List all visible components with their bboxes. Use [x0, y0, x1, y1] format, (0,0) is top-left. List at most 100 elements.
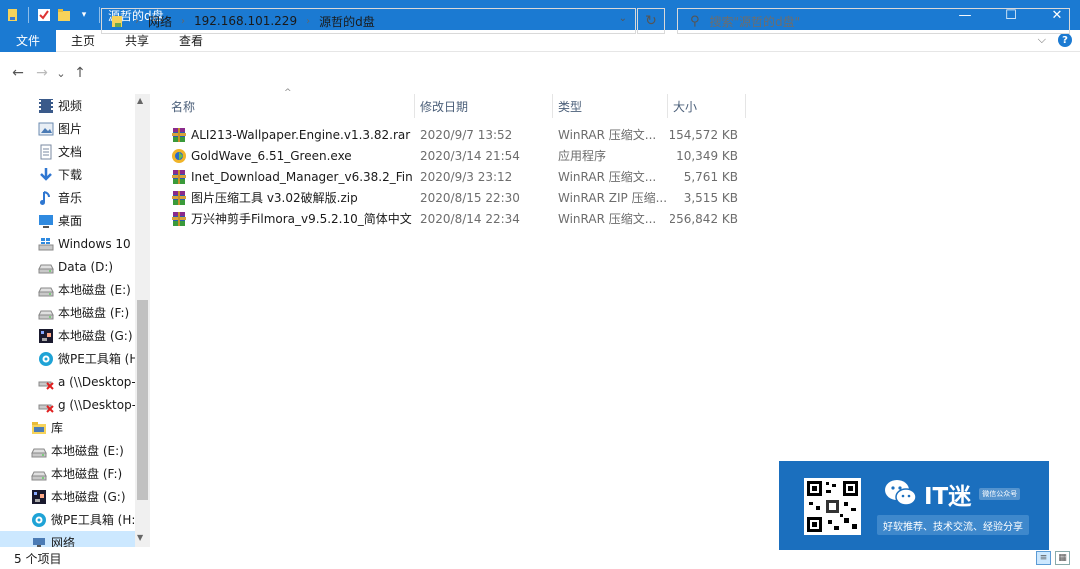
- winrar-icon: [171, 169, 187, 185]
- file-name-cell[interactable]: ALI213-Wallpaper.Engine.v1.3.82.rar: [171, 124, 413, 145]
- file-type: WinRAR 压缩文...: [558, 212, 657, 226]
- sidebar-item[interactable]: 库: [31, 416, 63, 439]
- sidebar-item[interactable]: 音乐: [38, 186, 82, 209]
- file-row[interactable]: ALI213-Wallpaper.Engine.v1.3.82.rar 2020/…: [165, 124, 745, 145]
- sidebar-item[interactable]: 本地磁盘 (G:): [31, 485, 126, 508]
- recent-locations-button[interactable]: ⌄: [54, 67, 68, 80]
- file-date: 2020/8/14 22:34: [420, 211, 520, 226]
- file-name-cell[interactable]: Inet_Download_Manager_v6.38.2_Fin...: [171, 166, 413, 187]
- sidebar-item-label: 本地磁盘 (F:): [51, 467, 123, 481]
- wm-logo: IT迷 微信公众号: [884, 477, 1029, 511]
- address-bar[interactable]: › 网络 › 192.168.101.229 › 源哲的d盘 ⌄: [101, 8, 636, 34]
- file-size: 5,761 KB: [683, 169, 738, 184]
- drive-g-icon: [31, 489, 47, 505]
- large-icons-view-icon[interactable]: ▦: [1055, 551, 1070, 565]
- exe-icon: [171, 148, 187, 164]
- breadcrumb-separator-icon[interactable]: ›: [135, 16, 139, 27]
- navigation-bar: ← → ⌄ ↑: [0, 52, 1080, 94]
- drive-icon: [31, 443, 47, 459]
- file-name-cell[interactable]: GoldWave_6.51_Green.exe: [171, 145, 413, 166]
- sidebar-item-label: 本地磁盘 (E:): [51, 444, 124, 458]
- file-row[interactable]: GoldWave_6.51_Green.exe 2020/3/14 21:54 应用…: [165, 145, 745, 166]
- help-icon[interactable]: ?: [1058, 33, 1072, 47]
- navigation-pane: 视频图片文档下载音乐桌面 Windows 10 ( Data (D:) 本地磁盘 (E…: [0, 94, 150, 547]
- file-row[interactable]: 图片压缩工具 v3.02破解版.zip 2020/8/15 22:30 WinRAR…: [165, 187, 745, 208]
- music-icon: [38, 190, 54, 206]
- file-name: 图片压缩工具 v3.02破解版.zip: [191, 191, 358, 205]
- sidebar-item[interactable]: 本地磁盘 (F:): [31, 462, 122, 485]
- sidebar-item[interactable]: 微PE工具箱 (H: [38, 347, 138, 370]
- pictures-icon: [38, 121, 54, 137]
- sidebar-scroll-thumb[interactable]: [137, 300, 148, 500]
- breadcrumb-host[interactable]: 192.168.101.229: [194, 14, 297, 28]
- sidebar-item[interactable]: Windows 10 (: [38, 232, 139, 255]
- file-size: 3,515 KB: [683, 190, 738, 205]
- file-row[interactable]: 万兴神剪手Filmora_v9.5.2.10_简体中文... 2020/8/14 …: [165, 208, 745, 229]
- sidebar-item[interactable]: g (\\Desktop-: [38, 393, 136, 416]
- sidebar-item-label: 微PE工具箱 (H:): [51, 513, 141, 527]
- sidebar-item-label: 桌面: [58, 214, 83, 228]
- sidebar-item[interactable]: 图片: [38, 117, 82, 140]
- sidebar-item[interactable]: 网络: [0, 531, 135, 547]
- download-icon: [38, 167, 54, 183]
- customize-toolbar-icon[interactable]: ▾: [77, 8, 91, 22]
- sidebar-item[interactable]: 桌面: [38, 209, 82, 232]
- file-name-cell[interactable]: 万兴神剪手Filmora_v9.5.2.10_简体中文...: [171, 208, 413, 229]
- sidebar-item[interactable]: a (\\Desktop-a: [38, 370, 143, 393]
- refresh-button[interactable]: ↻: [637, 8, 665, 34]
- address-dropdown-icon[interactable]: ⌄: [619, 13, 627, 24]
- tab-file[interactable]: 文件: [0, 29, 57, 52]
- wm-slogan: 好软推荐、技术交流、经验分享: [877, 515, 1029, 535]
- sidebar-item-label: 文档: [58, 145, 83, 159]
- pe-drive-icon: [38, 351, 54, 367]
- sidebar-item[interactable]: 下载: [38, 163, 82, 186]
- sidebar-item-label: 本地磁盘 (E:): [58, 283, 131, 297]
- sidebar-item-label: 图片: [58, 122, 83, 136]
- header-name[interactable]: 名称: [165, 94, 414, 118]
- file-name-cell[interactable]: 图片压缩工具 v3.02破解版.zip: [171, 187, 413, 208]
- breadcrumb-separator-icon[interactable]: ›: [306, 16, 310, 27]
- sidebar-item[interactable]: 视频: [38, 94, 82, 117]
- file-type: WinRAR ZIP 压缩...: [558, 191, 666, 205]
- details-view-icon[interactable]: ≡: [1036, 551, 1051, 565]
- new-folder-icon[interactable]: [57, 8, 71, 22]
- sidebar-item[interactable]: 本地磁盘 (E:): [31, 439, 124, 462]
- header-size[interactable]: 大小: [667, 94, 745, 118]
- back-button[interactable]: ←: [6, 65, 30, 81]
- header-type[interactable]: 类型: [552, 94, 667, 118]
- qr-code-icon: [804, 478, 861, 535]
- search-placeholder: 搜索"源哲的d盘": [709, 14, 801, 29]
- sidebar-item[interactable]: 本地磁盘 (F:): [38, 301, 129, 324]
- sidebar-item[interactable]: Data (D:): [38, 255, 113, 278]
- wm-tag: 微信公众号: [979, 488, 1021, 500]
- sidebar-item[interactable]: 微PE工具箱 (H:): [31, 508, 140, 531]
- scroll-up-icon[interactable]: ▲: [137, 96, 143, 105]
- windows-drive-icon: [38, 236, 54, 252]
- drive-icon: [38, 282, 54, 298]
- sidebar-item-label: 下载: [58, 168, 83, 182]
- file-size: 154,572 KB: [670, 127, 738, 142]
- sidebar-item[interactable]: 文档: [38, 140, 82, 163]
- sidebar-item[interactable]: 本地磁盘 (E:): [38, 278, 131, 301]
- scroll-down-icon[interactable]: ▼: [137, 533, 143, 542]
- wm-name: IT迷: [924, 484, 972, 510]
- breadcrumb-network[interactable]: 网络: [148, 13, 172, 30]
- file-date: 2020/8/15 22:30: [420, 190, 520, 205]
- file-name: Inet_Download_Manager_v6.38.2_Fin...: [191, 169, 413, 184]
- properties-icon[interactable]: [37, 8, 51, 22]
- sidebar-item[interactable]: 本地磁盘 (G:): [38, 324, 133, 347]
- breadcrumb-share[interactable]: 源哲的d盘: [319, 13, 375, 30]
- file-row[interactable]: Inet_Download_Manager_v6.38.2_Fin... 2020…: [165, 166, 745, 187]
- sidebar-item-label: 微PE工具箱 (H: [58, 352, 139, 366]
- header-date[interactable]: 修改日期: [414, 94, 552, 118]
- sidebar-item-label: 音乐: [58, 191, 83, 205]
- forward-button[interactable]: →: [30, 65, 54, 81]
- breadcrumb-separator-icon[interactable]: ›: [181, 16, 185, 27]
- documents-icon: [38, 144, 54, 160]
- ribbon-collapse-icon[interactable]: ⌵: [1038, 33, 1046, 47]
- search-input[interactable]: ⚲ 搜索"源哲的d盘": [677, 8, 1070, 34]
- file-type: WinRAR 压缩文...: [558, 170, 657, 184]
- sidebar-item-label: Data (D:): [58, 259, 114, 274]
- desktop-icon: [38, 213, 54, 229]
- up-button[interactable]: ↑: [68, 65, 92, 81]
